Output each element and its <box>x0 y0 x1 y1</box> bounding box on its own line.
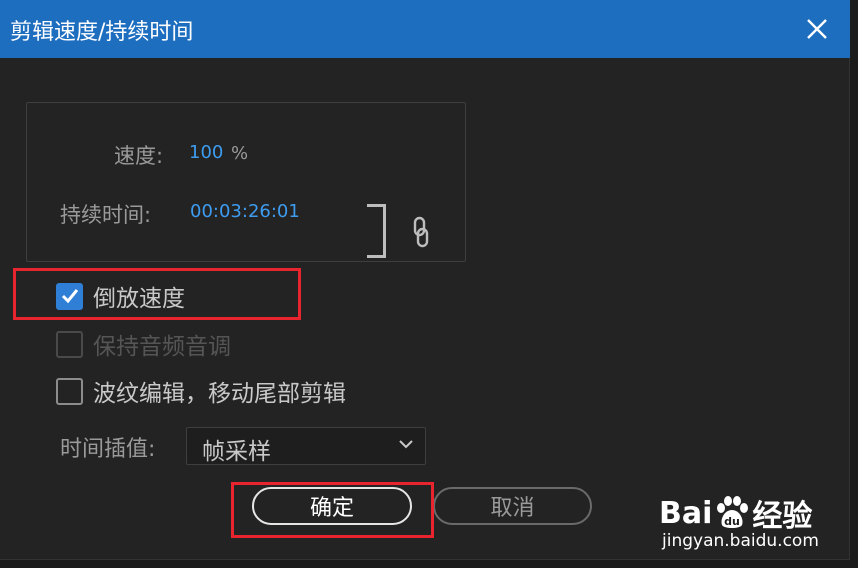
maintain-audio-pitch-label: 保持音频音调 <box>93 334 231 360</box>
title-bar: 剪辑速度/持续时间 <box>0 0 850 58</box>
close-icon <box>807 19 827 39</box>
ripple-edit-checkbox[interactable] <box>56 377 83 405</box>
speed-value[interactable]: 100 <box>189 142 223 163</box>
baidu-watermark-logo: Bai du 经验 <box>659 491 812 535</box>
maintain-audio-pitch-checkbox[interactable] <box>56 330 83 358</box>
chain-link-icon[interactable] <box>410 216 432 248</box>
baidu-paw-text: du <box>725 515 741 528</box>
ok-button-highlight <box>231 482 434 538</box>
watermark-url: jingyan.baidu.com <box>662 531 819 551</box>
time-interpolation-value: 帧采样 <box>202 439 271 465</box>
cancel-button[interactable]: 取消 <box>433 487 592 525</box>
close-button[interactable] <box>796 8 838 50</box>
baidu-logo-text-right: 经验 <box>752 499 813 534</box>
speed-duration-dialog: 剪辑速度/持续时间 速度: 100 % 持续时间: 00:03:26:01 倒放… <box>0 0 850 560</box>
ripple-edit-row[interactable]: 波纹编辑，移动尾部剪辑 <box>56 376 346 407</box>
time-interpolation-label: 时间插值: <box>60 437 156 462</box>
duration-value[interactable]: 00:03:26:01 <box>190 201 300 222</box>
link-bracket <box>367 204 386 258</box>
speed-label: 速度: <box>114 144 164 168</box>
ripple-edit-label: 波纹编辑，移动尾部剪辑 <box>93 381 346 407</box>
reverse-speed-highlight <box>13 268 301 320</box>
time-interpolation-select[interactable]: 帧采样 <box>186 427 426 465</box>
speed-duration-panel <box>26 102 466 262</box>
chevron-down-icon <box>399 440 413 449</box>
duration-label: 持续时间: <box>60 203 152 227</box>
baidu-paw-icon: du <box>717 496 749 528</box>
dialog-title: 剪辑速度/持续时间 <box>10 20 194 45</box>
speed-unit: % <box>231 143 249 164</box>
baidu-logo-text-left: Bai <box>659 495 713 531</box>
maintain-audio-pitch-row[interactable]: 保持音频音调 <box>56 329 231 360</box>
